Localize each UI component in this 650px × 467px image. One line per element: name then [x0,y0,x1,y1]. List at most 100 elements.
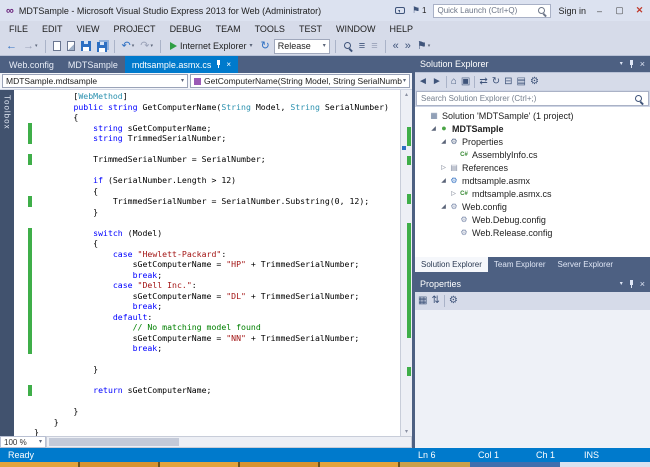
collapse-all-icon[interactable]: ⊟ [504,77,512,87]
toolbar-button-comment-selection-icon[interactable]: ≡ [357,38,367,55]
tree-item-mdtsample[interactable]: ◢●MDTSample [415,122,650,135]
toolbar-button-uncomment-selection-icon[interactable]: ≡ [369,38,379,55]
window-position-icon[interactable]: ▾ [620,281,623,287]
search-placeholder: Search Solution Explorer (Ctrl+;) [421,94,634,103]
tree-item-web-config[interactable]: ◢⚙Web.config [415,200,650,213]
sign-in-link[interactable]: Sign in [558,6,586,16]
close-icon[interactable]: × [226,60,231,69]
expanded-arrow-icon[interactable]: ◢ [439,138,448,145]
redo-icon: ↷ [140,41,149,52]
pin-icon[interactable] [628,60,635,69]
code-line [34,217,400,228]
home-icon[interactable]: ⌂ [451,77,457,87]
menu-tools[interactable]: TOOLS [248,24,292,34]
refresh-icon[interactable]: ↻ [492,77,500,87]
toolbar-button-increase-indent-icon[interactable]: » [403,38,413,55]
toolbar-button-decrease-indent-icon[interactable]: « [391,38,401,55]
se-forward-icon[interactable]: ► [432,77,442,87]
window-controls: ▾ × [620,279,645,289]
scroll-down-icon[interactable]: ▾ [401,428,412,435]
tree-item-properties[interactable]: ◢⚙Properties [415,135,650,148]
pin-icon[interactable] [628,280,635,289]
panel-tab-team-explorer[interactable]: Team Explorer [488,257,552,272]
taskbar-segment [160,462,238,467]
toolbar-button-save-all-icon[interactable] [95,38,109,55]
switch-views-icon[interactable]: ▣ [461,77,470,87]
menu-team[interactable]: TEAM [209,24,248,34]
sync-with-active-document-icon[interactable]: ⇄ [479,77,487,87]
chevron-down-icon: ▾ [39,439,42,445]
editor-horizontal-scrollbar[interactable] [46,436,412,448]
document-tab-mdtsample-asmx-cs[interactable]: mdtsample.asmx.cs× [125,56,238,73]
toolbar-button-browser-link-refresh-icon[interactable]: ↻ [259,38,272,55]
maximize-button[interactable]: ▢ [613,5,626,16]
quick-launch-input[interactable]: Quick Launch (Ctrl+Q) [433,4,551,18]
close-icon[interactable]: × [640,59,645,69]
zoom-control[interactable]: 100 % ▾ [0,436,46,448]
document-tab-mdtsample[interactable]: MDTSample [61,56,125,73]
close-button[interactable]: ✕ [633,5,646,16]
editor-vertical-scrollbar[interactable]: ▴ ▾ [400,90,412,436]
close-icon[interactable]: × [640,279,645,289]
toolbar-button-redo-icon[interactable]: ↷▾ [138,38,155,55]
minimize-button[interactable]: – [593,6,606,16]
categorized-icon[interactable]: ▦ [418,296,427,306]
toolbar-button-bookmark-icon[interactable]: ⚑▾ [415,38,432,55]
collapsed-arrow-icon[interactable]: ▷ [449,190,458,197]
document-tab-web-config[interactable]: Web.config [2,56,61,73]
scroll-up-icon[interactable]: ▴ [401,91,412,98]
code-editor[interactable]: [WebMethod] public string GetComputerNam… [14,90,400,436]
find-in-files-icon [343,41,353,51]
tree-item-assemblyinfo-cs[interactable]: C#AssemblyInfo.cs [415,148,650,161]
property-pages-icon[interactable]: ⚙ [449,296,458,306]
toolbar-button-find-in-files-icon[interactable] [341,38,355,55]
toolbar-button-save-icon[interactable] [79,38,93,55]
toolbar-button-new-file-icon[interactable] [51,38,63,55]
windows-taskbar-strip[interactable] [0,462,650,467]
menu-edit[interactable]: EDIT [35,24,70,34]
code-line [34,375,400,386]
menu-view[interactable]: VIEW [70,24,107,34]
menu-window[interactable]: WINDOW [329,24,383,34]
menu-file[interactable]: FILE [2,24,35,34]
run-button[interactable]: Internet Explorer▾ [166,38,257,55]
menu-help[interactable]: HELP [382,24,420,34]
toolbar-button-undo-icon[interactable]: ↶▾ [120,38,137,55]
tree-item-web-release-config[interactable]: ⚙Web.Release.config [415,226,650,239]
toolbar-button-navigate-backward-icon[interactable]: ← [4,38,19,55]
alphabetical-icon[interactable]: ⇅ [431,296,439,306]
expanded-arrow-icon[interactable]: ◢ [429,125,438,132]
solution-explorer-toolbar: ◄ ► ⌂ ▣ ⇄ ↻ ⊟ ▤ ⚙ [415,72,650,90]
window-position-icon[interactable]: ▾ [620,61,623,67]
navigate-forward-icon: → [23,41,34,52]
panel-tab-server-explorer[interactable]: Server Explorer [552,257,620,272]
collapsed-arrow-icon[interactable]: ▷ [439,164,448,171]
se-back-icon[interactable]: ◄ [418,77,428,87]
code-line: break; [34,270,400,281]
toolbar-button-navigate-forward-icon[interactable]: →▾ [21,38,40,55]
tree-item-solution-mdtsample-1-project[interactable]: ▦Solution 'MDTSample' (1 project) [415,109,650,122]
pin-icon[interactable] [215,60,222,69]
notifications-button[interactable]: ⚑ 1 [412,5,427,16]
feedback-icon[interactable] [395,7,405,14]
tree-item-mdtsample-asmx[interactable]: ◢⚙mdtsample.asmx [415,174,650,187]
solution-configuration-combo[interactable]: Release▾ [274,39,330,54]
solution-search-input[interactable]: Search Solution Explorer (Ctrl+;) [416,91,649,106]
tree-item-references[interactable]: ▷▤References [415,161,650,174]
member-dropdown[interactable]: GetComputerName(String Model, String Ser… [190,74,410,88]
properties-icon[interactable]: ⚙ [530,77,539,87]
menu-project[interactable]: PROJECT [107,24,163,34]
panel-tab-solution-explorer[interactable]: Solution Explorer [415,257,488,272]
toolbox-tab[interactable]: Toolbox [0,90,14,436]
tree-item-web-debug-config[interactable]: ⚙Web.Debug.config [415,213,650,226]
expanded-arrow-icon[interactable]: ◢ [439,203,448,210]
type-dropdown[interactable]: MDTSample.mdtsample ▾ [2,74,188,88]
toolbar-button-open-file-icon[interactable] [65,38,77,55]
tree-item-mdtsample-asmx-cs[interactable]: ▷C#mdtsample.asmx.cs [415,187,650,200]
show-all-files-icon[interactable]: ▤ [516,77,525,87]
expanded-arrow-icon[interactable]: ◢ [439,177,448,184]
scrollbar-thumb[interactable] [49,438,179,446]
menu-test[interactable]: TEST [292,24,329,34]
undo-icon: ↶ [122,41,131,52]
menu-debug[interactable]: DEBUG [163,24,209,34]
